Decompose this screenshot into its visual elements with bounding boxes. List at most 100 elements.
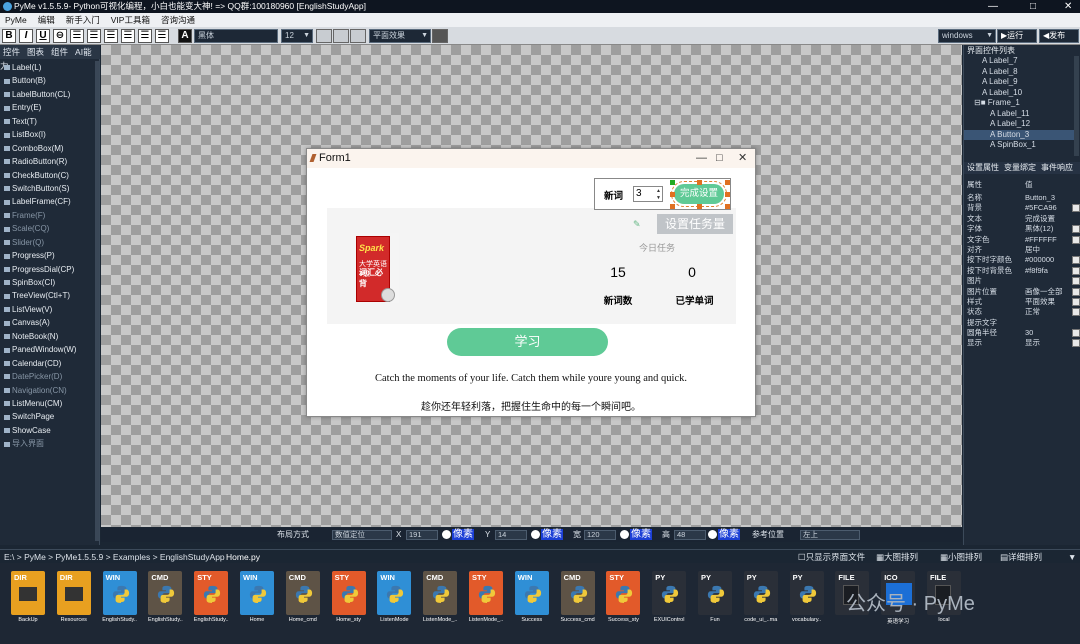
spin-up-icon[interactable]: ▲ [656,188,661,194]
property-editor-icon[interactable] [1072,266,1080,275]
file-item[interactable]: PY EXUIControl [647,569,691,637]
property-row[interactable]: 按下时字颜色 #000000 [964,255,1080,265]
minimize-icon[interactable]: — [696,149,707,168]
tree-node[interactable]: A Label_10 [964,88,1074,99]
w-input[interactable]: 120 [584,530,616,540]
file-item[interactable]: STY ListenMode_.. [464,569,508,637]
close-icon[interactable]: ✕ [738,149,747,168]
platform-select[interactable]: windows ▼ [938,29,996,43]
align-justify-button[interactable]: ☰ [155,29,169,43]
property-editor-icon[interactable] [1072,235,1080,244]
resize-handle[interactable] [670,180,675,185]
palette-scrollbar[interactable] [95,61,99,541]
file-item[interactable]: CMD EnglishStudy.. [143,569,187,637]
widget-item[interactable]: 导入界面 [0,437,96,450]
widget-item[interactable]: RadioButton(R) [0,155,96,168]
tab-components[interactable]: 组件 [51,47,68,57]
file-item[interactable]: PY Fun [693,569,737,637]
x-input[interactable]: 191 [406,530,438,540]
property-row[interactable]: 字体 黑体(12) [964,224,1080,234]
widget-item[interactable]: Scale(CQ) [0,222,96,235]
file-item[interactable]: CMD ListenMode_.. [418,569,462,637]
only-ui-files-option[interactable]: ☐只显示界面文件 [798,550,865,564]
widget-item[interactable]: Slider(Q) [0,236,96,249]
minimize-icon[interactable]: — [988,0,998,13]
widget-item[interactable]: Text(T) [0,115,96,128]
file-item[interactable]: WIN EnglishStudy.. [98,569,142,637]
form-window[interactable]: Form1 — □ ✕ Spark 大学英语4级 词汇必背 ✎ 设置任务量 今日… [306,148,756,417]
property-editor-icon[interactable] [1072,204,1080,213]
large-icons-option[interactable]: ▦大图排列 [876,550,918,564]
property-editor-icon[interactable] [1072,287,1080,296]
align-top-button[interactable]: ☰ [87,29,101,43]
property-editor-icon[interactable] [1072,256,1080,265]
fill-color-icon[interactable] [316,29,332,43]
effect-select[interactable]: 平面效果 ▼ [369,29,431,43]
property-editor-icon[interactable] [1072,308,1080,317]
file-item[interactable]: CMD Success_cmd [556,569,600,637]
frame-1[interactable]: 新词 3 ▲ ▼ 完成设置 [594,178,731,210]
property-editor-icon[interactable] [1072,297,1080,306]
spinbox[interactable]: 3 ▲ ▼ [633,186,663,202]
tree-node[interactable]: A Label_8 [964,67,1074,78]
file-item[interactable]: DIR Resources [52,569,96,637]
font-size-select[interactable]: 12 ▼ [281,29,313,43]
tree-node[interactable]: A Label_9 [964,77,1074,88]
property-row[interactable]: 图片位置 画像一全部 [964,287,1080,297]
widget-item[interactable]: CheckButton(C) [0,169,96,182]
tooltip-icon[interactable] [432,29,448,43]
widget-item[interactable]: Progress(P) [0,249,96,262]
property-row[interactable]: 名称 Button_3 [964,193,1080,203]
close-icon[interactable]: ✕ [1064,0,1072,13]
spin-down-icon[interactable]: ▼ [656,195,661,201]
file-item[interactable]: WIN Home [235,569,279,637]
resize-handle[interactable] [725,192,730,197]
image-mode-icon[interactable] [350,29,366,43]
done-setting-button[interactable]: 完成设置 [671,181,727,207]
file-item[interactable]: STY Success_sty [601,569,645,637]
property-editor-icon[interactable] [1072,277,1080,286]
property-row[interactable]: 按下时背景色 #f8f9fa [964,266,1080,276]
file-item[interactable]: DIR BackUp [6,569,50,637]
resize-handle[interactable] [670,204,675,209]
file-item[interactable]: WIN ListenMode [372,569,416,637]
widget-item[interactable]: Canvas(A) [0,316,96,329]
widget-item[interactable]: PanedWindow(W) [0,343,96,356]
x-pixel-radio[interactable]: 像素 [442,528,474,542]
align-left-button[interactable]: ☰ [70,29,84,43]
widget-item[interactable]: LabelButton(CL) [0,88,96,101]
bold-button[interactable]: B [2,29,16,43]
small-icons-option[interactable]: ▦小图排列 [940,550,982,564]
resize-handle[interactable] [725,180,730,185]
property-editor-icon[interactable] [1072,225,1080,234]
h-pixel-radio[interactable]: 像素 [708,528,740,542]
align-right-button[interactable]: ☰ [121,29,135,43]
strikethrough-button[interactable]: ⊖ [53,29,67,43]
widget-item[interactable]: Frame(F) [0,209,96,222]
chevron-down-icon[interactable]: ▼ [1068,550,1076,564]
set-task-button[interactable]: 设置任务量 [657,214,733,234]
file-item[interactable]: STY Home_sty [327,569,371,637]
property-row[interactable]: 文本 完成设置 [964,214,1080,224]
widget-item[interactable]: DatePicker(D) [0,370,96,383]
menu-consult[interactable]: 咨询沟通 [161,15,195,25]
file-item[interactable]: CMD Home_cmd [281,569,325,637]
tab-charts[interactable]: 图表 [27,47,44,57]
widget-item[interactable]: SwitchButton(S) [0,182,96,195]
property-editor-icon[interactable] [1072,329,1080,338]
resize-handle[interactable] [697,180,702,185]
widget-item[interactable]: NoteBook(N) [0,330,96,343]
widget-item[interactable]: ListView(V) [0,303,96,316]
widget-item[interactable]: SpinBox(CI) [0,276,96,289]
tree-node[interactable]: A Button_3 [964,129,1074,140]
widget-item[interactable]: Button(B) [0,74,96,87]
learn-button[interactable]: 学习 [447,328,608,356]
menu-edit[interactable]: 编辑 [38,15,55,25]
widget-item[interactable]: ComboBox(M) [0,142,96,155]
breadcrumb[interactable]: E:\ > PyMe > PyMe1.5.5.9 > Examples > En… [4,550,225,564]
font-color-button[interactable]: A [178,29,192,43]
widget-item[interactable]: Calendar(CD) [0,357,96,370]
maximize-icon[interactable]: □ [716,149,723,168]
widget-item[interactable]: SwitchPage [0,410,96,423]
ref-select[interactable]: 左上 [800,530,860,540]
